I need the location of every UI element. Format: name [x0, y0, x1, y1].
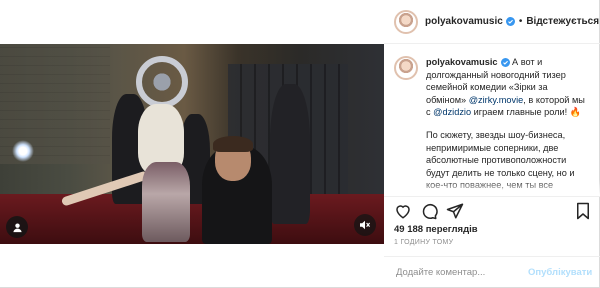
following-button[interactable]: Відстежується: [526, 16, 599, 27]
post-timestamp[interactable]: 1 ГОДИНУ ТОМУ: [394, 239, 453, 246]
header-username[interactable]: polyakovamusic: [425, 16, 503, 27]
bookmark-icon[interactable]: [574, 202, 592, 220]
caption-paragraph-1: polyakovamusic А вот и долгожданный ново…: [426, 56, 588, 119]
comment-icon[interactable]: [420, 202, 438, 220]
post-video[interactable]: [0, 44, 384, 244]
speaker-muted-icon[interactable]: [354, 214, 376, 236]
avatar[interactable]: [394, 9, 418, 34]
caption-fade: [384, 180, 600, 196]
comment-bar: Опублікувати: [384, 256, 600, 288]
sequin-dress: [142, 162, 190, 242]
crowd-person: [270, 84, 310, 224]
verified-badge-icon: [505, 17, 515, 26]
halo-headpiece: [136, 56, 188, 108]
man-hair: [213, 136, 253, 152]
caption-text-3: играем главные роли! 🔥: [471, 107, 582, 118]
post-header: polyakovamusic • Відстежується: [384, 0, 600, 44]
comment-input[interactable]: [394, 266, 528, 279]
mention-dzidzio[interactable]: @dzidzio: [433, 107, 471, 117]
user-tag-icon[interactable]: [6, 216, 28, 238]
publish-button[interactable]: Опублікувати: [528, 267, 592, 278]
verified-badge-icon: [500, 58, 510, 68]
post-caption: polyakovamusic А вот и долгожданный ново…: [384, 44, 600, 196]
caption-username[interactable]: polyakovamusic: [426, 57, 498, 67]
instagram-post: polyakovamusic • Відстежується polyakova…: [0, 0, 600, 288]
action-bar: [384, 196, 600, 224]
paper-plane-icon[interactable]: [446, 202, 464, 220]
mention-zirky-movie[interactable]: @zirky.movie: [469, 95, 524, 105]
caption-avatar[interactable]: [394, 56, 418, 80]
stage-light: [12, 140, 34, 162]
view-count[interactable]: 49 188 переглядів: [394, 224, 478, 235]
heart-icon[interactable]: [394, 202, 412, 220]
caption-text: polyakovamusic А вот и долгожданный ново…: [426, 56, 588, 196]
separator-dot: •: [518, 16, 523, 27]
